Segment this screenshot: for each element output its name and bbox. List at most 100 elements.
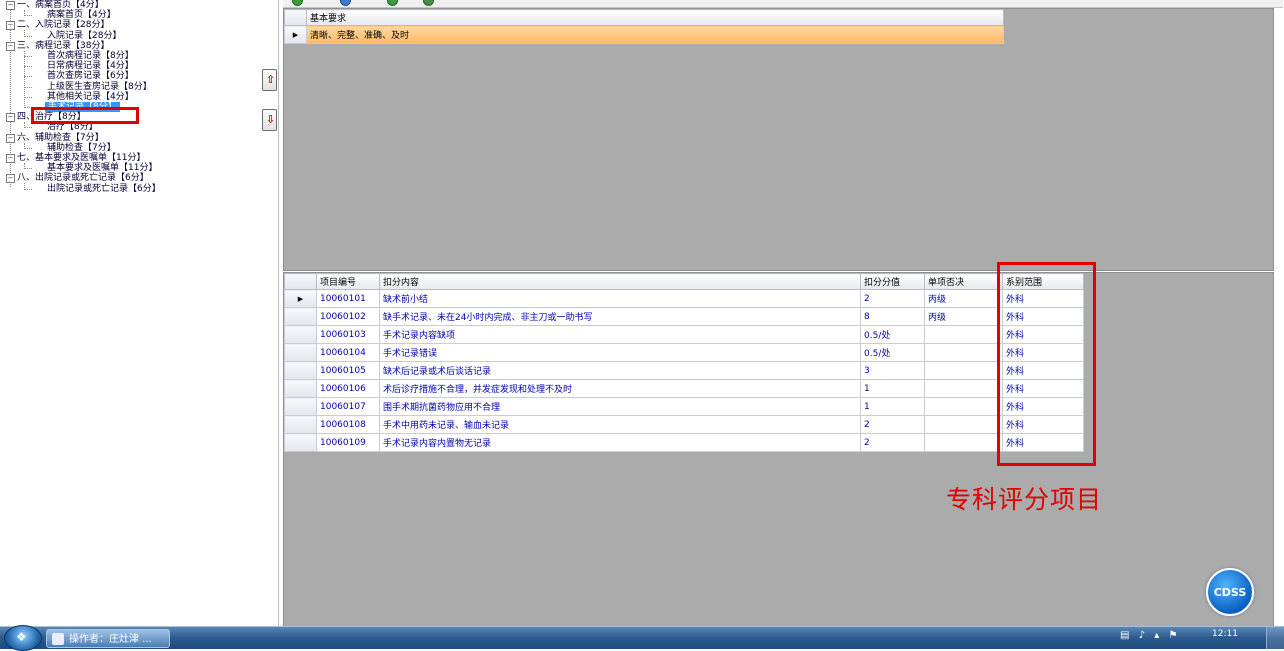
cell-single-veto[interactable] (924, 361, 1003, 380)
cell-item-id[interactable]: 10060101 (316, 289, 380, 308)
row-indicator (284, 325, 317, 344)
flag-icon[interactable]: ⚑ (1168, 630, 1177, 641)
table-row[interactable]: 10060109 手术记录内容内置物无记录 2 外科 (284, 433, 1084, 452)
tree-item-node[interactable]: 基本要求及医嘱单【11分】 (47, 163, 157, 173)
cell-item-id[interactable]: 10060102 (316, 307, 380, 326)
save-icon[interactable] (387, 0, 398, 6)
tree-child-line (24, 30, 25, 37)
cell-deduction-points[interactable]: 2 (860, 289, 925, 308)
column-header-basic-requirement[interactable]: 基本要求 (306, 9, 1004, 26)
table-row[interactable]: 10060104 手术记录错误 0.5/处 外科 (284, 343, 1084, 362)
edit-icon[interactable] (340, 0, 351, 6)
cell-single-veto[interactable] (924, 343, 1003, 362)
exit-icon[interactable] (423, 0, 434, 6)
tree-expander-icon[interactable]: − (6, 154, 15, 163)
table-row[interactable]: ▶ 10060101 缺术前小结 2 丙级 外科 (284, 289, 1084, 308)
tree-item-node[interactable]: 上级医生查房记录【8分】 (47, 82, 152, 92)
column-header-item-id[interactable]: 项目编号 (316, 273, 380, 290)
deduction-items-panel: 项目编号 扣分内容 扣分分值 单项否决 系别范围 ▶ 10060101 缺术前小结 2… (283, 272, 1274, 628)
tree-category-node[interactable]: 一、病案首页【4分】 (17, 0, 104, 10)
table-row[interactable]: ▶ 清晰、完整、准确、及时 (284, 25, 1004, 44)
tree-expander-icon[interactable]: − (6, 174, 15, 184)
cell-deduction-content[interactable]: 手术记录内容内置物无记录 (379, 433, 861, 452)
cell-item-id[interactable]: 10060108 (316, 415, 380, 434)
cell-deduction-content[interactable]: 手术中用药未记录、输血未记录 (379, 415, 861, 434)
cell-single-veto[interactable] (924, 379, 1003, 398)
cell-deduction-points[interactable]: 1 (860, 397, 925, 416)
cell-deduction-content[interactable]: 缺术后记录或术后谈话记录 (379, 361, 861, 380)
table-row[interactable]: 10060103 手术记录内容缺项 0.5/处 外科 (284, 325, 1084, 344)
cell-deduction-content[interactable]: 围手术期抗菌药物应用不合理 (379, 397, 861, 416)
tree-item-node[interactable]: 日常病程记录【4分】 (47, 61, 134, 71)
add-icon[interactable] (292, 0, 303, 6)
column-header-deduction-points[interactable]: 扣分分值 (860, 273, 925, 290)
tree-category-node[interactable]: 三、病程记录【38分】 (17, 41, 109, 51)
move-down-button[interactable]: ⇩ (262, 109, 277, 131)
cell-deduction-points[interactable]: 3 (860, 361, 925, 380)
cell-single-veto[interactable]: 丙级 (924, 289, 1003, 308)
tree-item-node[interactable]: 出院记录或死亡记录【6分】 (47, 184, 161, 194)
cell-item-id[interactable]: 10060107 (316, 397, 380, 416)
tree-category-node[interactable]: 二、入院记录【28分】 (17, 20, 109, 30)
cell-deduction-points[interactable]: 2 (860, 433, 925, 452)
column-header-single-veto[interactable]: 单项否决 (924, 273, 1003, 290)
network-icon[interactable]: ▤ (1120, 630, 1129, 641)
cell-single-veto[interactable] (924, 397, 1003, 416)
cell-deduction-points[interactable]: 0.5/处 (860, 343, 925, 362)
cell-deduction-points[interactable]: 0.5/处 (860, 325, 925, 344)
tree-item-node[interactable]: 首次查房记录【6分】 (47, 71, 134, 81)
cell-item-id[interactable]: 10060103 (316, 325, 380, 344)
tree-category-node[interactable]: 六、辅助检查【7分】 (17, 133, 104, 143)
cell-deduction-points[interactable]: 2 (860, 415, 925, 434)
tray-expand-icon[interactable]: ▴ (1154, 630, 1159, 641)
row-header-corner (284, 9, 307, 26)
tree-item-node[interactable]: 辅助检查【7分】 (47, 143, 116, 153)
clock[interactable]: 12:11 (1212, 629, 1238, 639)
cell-deduction-points[interactable]: 8 (860, 307, 925, 326)
system-tray[interactable]: ▤ ♪ ▴ ⚑ (1120, 630, 1183, 641)
cdss-button[interactable]: CDSS (1206, 568, 1254, 616)
cell-single-veto[interactable] (924, 415, 1003, 434)
cell-basic-requirement[interactable]: 清晰、完整、准确、及时 (306, 25, 1004, 44)
cell-item-id[interactable]: 10060105 (316, 361, 380, 380)
cell-deduction-points[interactable]: 1 (860, 379, 925, 398)
tree-category-node[interactable]: 八、出院记录或死亡记录【6分】 (17, 173, 149, 183)
table-row[interactable]: 10060105 缺术后记录或术后谈话记录 3 外科 (284, 361, 1084, 380)
table-row[interactable]: 10060107 围手术期抗菌药物应用不合理 1 外科 (284, 397, 1084, 416)
cell-deduction-content[interactable]: 手术记录错误 (379, 343, 861, 362)
cell-deduction-content[interactable]: 缺手术记录、未在24小时内完成、非主刀或一助书写 (379, 307, 861, 326)
tree-expander-icon[interactable]: − (6, 21, 15, 31)
tree-expander-icon[interactable]: − (6, 133, 15, 143)
cell-item-id[interactable]: 10060104 (316, 343, 380, 362)
cell-deduction-content[interactable]: 手术记录内容缺项 (379, 325, 861, 344)
cell-single-veto[interactable] (924, 433, 1003, 452)
table-row[interactable]: 10060108 手术中用药未记录、输血未记录 2 外科 (284, 415, 1084, 434)
volume-icon[interactable]: ♪ (1139, 630, 1145, 641)
cell-item-id[interactable]: 10060106 (316, 379, 380, 398)
tree-expander-icon[interactable]: − (6, 41, 15, 51)
tree-node-label: 日常病程记录【4分】 (47, 61, 134, 72)
show-desktop-button[interactable] (1266, 627, 1284, 649)
table-row[interactable]: 10060106 术后诊疗措施不合理，并发症发现和处理不及时 1 外科 (284, 379, 1084, 398)
basic-requirement-grid: 基本要求 ▶ 清晰、完整、准确、及时 (284, 9, 1004, 44)
move-up-button[interactable]: ⇧ (262, 69, 277, 91)
tree-item-node[interactable]: 病案首页【4分】 (47, 10, 116, 20)
start-button[interactable]: ❖ (4, 625, 42, 651)
cell-item-id[interactable]: 10060109 (316, 433, 380, 452)
column-header-deduction-content[interactable]: 扣分内容 (379, 273, 861, 290)
taskbar-app-button[interactable]: 操作者：庄灶津 ... (46, 629, 170, 648)
cell-deduction-content[interactable]: 术后诊疗措施不合理，并发症发现和处理不及时 (379, 379, 861, 398)
table-row[interactable]: 10060102 缺手术记录、未在24小时内完成、非主刀或一助书写 8 丙级 外科 (284, 307, 1084, 326)
tree-expander-icon[interactable]: − (6, 1, 15, 10)
tree-item-node[interactable]: 其他相关记录【4分】 (47, 92, 134, 102)
app-icon (52, 633, 64, 645)
cell-deduction-content[interactable]: 缺术前小结 (379, 289, 861, 308)
tree-item-node[interactable]: 首次病程记录【8分】 (47, 51, 134, 61)
tree-child-line (24, 50, 25, 108)
category-tree[interactable]: − 一、病案首页【4分】 病案首页【4分】 − 二、入院记录【28分】 入院记录【28分】… (0, 0, 279, 626)
tree-item-node[interactable]: 入院记录【28分】 (47, 31, 121, 41)
cell-single-veto[interactable]: 丙级 (924, 307, 1003, 326)
cell-single-veto[interactable] (924, 325, 1003, 344)
tree-expander-icon[interactable]: − (6, 113, 15, 123)
tree-category-node[interactable]: 七、基本要求及医嘱单【11分】 (17, 153, 145, 163)
